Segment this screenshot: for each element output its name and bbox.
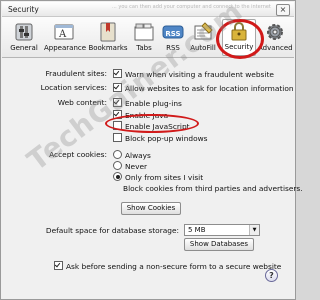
tab-tabs[interactable]: Tabs [132,21,156,52]
background-text: ... you can then add your computer and c… [112,4,271,10]
nonsecure-form-checkbox[interactable] [54,261,63,270]
popups-text: Block pop-up windows [125,134,208,143]
tab-advanced-label: Advanced [258,44,293,52]
show-cookies-button[interactable]: Show Cookies [121,202,181,215]
gear-icon [267,24,283,40]
chevron-down-icon: ▼ [249,225,259,235]
switch-icon [15,23,33,41]
tab-bookmarks-label: Bookmarks [88,44,128,52]
tab-appearance[interactable]: A Appearance [44,21,87,52]
bookmarks-icon [100,22,116,42]
location-services-label: Location services: [40,83,107,92]
tab-bookmarks[interactable]: Bookmarks [88,21,128,52]
tabs-icon [134,23,154,41]
database-size-value: 5 MB [188,226,206,234]
cookies-always-option[interactable]: Always [113,150,151,160]
database-storage-label: Default space for database storage: [45,226,179,235]
popups-checkbox[interactable] [113,133,122,142]
close-button[interactable]: × [276,4,290,16]
cookies-always-text: Always [125,151,151,160]
tab-general[interactable]: General [8,21,40,52]
database-size-select[interactable]: 5 MB ▼ [184,224,260,236]
tab-general-label: General [10,44,38,52]
cookies-visited-radio[interactable] [113,172,122,181]
svg-text:A: A [58,29,67,40]
help-button[interactable]: ? [265,269,278,282]
appearance-icon: A [54,24,74,40]
show-databases-button[interactable]: Show Databases [184,238,254,251]
cookies-never-option[interactable]: Never [113,161,147,171]
security-preferences-window: Security ... you can then add your compu… [0,0,303,300]
popups-option[interactable]: Block pop-up windows [113,133,208,143]
tab-appearance-label: Appearance [44,44,87,52]
title-bar: Security ... you can then add your compu… [2,2,294,17]
fraudulent-sites-label: Fraudulent sites: [45,69,107,78]
nonsecure-form-option[interactable]: Ask before sending a non-secure form to … [54,261,281,271]
window-title: Security [8,5,39,14]
cookies-visited-text: Only from sites I visit [125,173,204,182]
cookies-always-radio[interactable] [113,150,122,159]
cookies-note: Block cookies from third parties and adv… [123,184,303,193]
cookies-never-radio[interactable] [113,161,122,170]
cookies-never-text: Never [125,162,148,171]
cookies-visited-option[interactable]: Only from sites I visit [113,172,203,182]
nonsecure-form-text: Ask before sending a non-secure form to … [66,262,282,271]
